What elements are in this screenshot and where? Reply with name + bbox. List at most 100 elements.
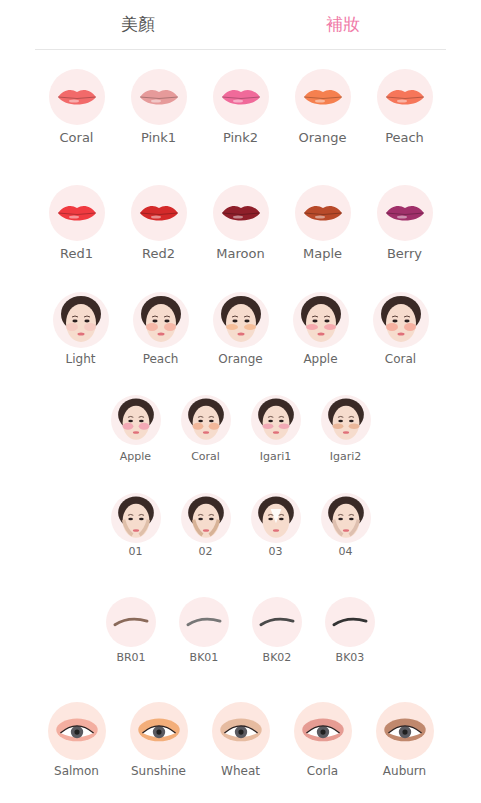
option-label: Maple [303,246,342,262]
option-label: Coral [60,130,94,146]
eye-icon [130,702,188,760]
makeup-option[interactable]: Sunshine [118,702,200,779]
option-label: 01 [129,544,143,560]
makeup-option[interactable]: 04 [311,493,381,560]
option-label: Orange [218,351,262,367]
makeup-option[interactable]: Red1 [36,185,118,262]
blush-icon [53,292,109,348]
option-label: Igari1 [260,449,292,465]
option-label: 02 [199,544,213,560]
eye-icon [48,702,106,760]
option-label: Auburn [383,763,426,779]
lip-icon [377,69,433,125]
makeup-option[interactable]: Pink1 [118,69,200,146]
option-row: Coral Pink1 Pink2 Orange Peach [0,69,481,146]
option-label: Peach [385,130,424,146]
makeup-option[interactable]: BR01 [95,597,168,666]
option-row: 01 02 03 04 [0,493,481,560]
option-row: BR01 BK01 BK02 BK03 [0,597,481,666]
lip-icon [295,185,351,241]
makeup-option[interactable]: Pink2 [200,69,282,146]
makeup-option[interactable]: Wheat [200,702,282,779]
brow-icon [106,597,156,647]
makeup-option[interactable]: BK01 [168,597,241,666]
lip-icon [213,69,269,125]
option-row: Apple Coral Igari1 Igari2 [0,395,481,465]
option-label: Wheat [221,763,260,779]
option-row: Salmon Sunshine Wheat Corla Auburn [0,702,481,779]
makeup-option[interactable]: Coral [36,69,118,146]
makeup-option[interactable]: Red2 [118,185,200,262]
makeup-option[interactable]: Apple [101,395,171,465]
blush-icon [293,292,349,348]
eye-icon [294,702,352,760]
makeup-option[interactable]: Light [41,292,121,367]
option-label: Pink2 [223,130,258,146]
option-label: Light [66,351,96,367]
brow-icon [179,597,229,647]
lip-icon [213,185,269,241]
option-label: Red2 [142,246,175,262]
lip-icon [295,69,351,125]
lip-icon [131,69,187,125]
makeup-option[interactable]: Maroon [200,185,282,262]
makeup-option[interactable]: Orange [282,69,364,146]
makeup-option[interactable]: Peach [121,292,201,367]
blush-icon [181,395,231,445]
option-label: BK01 [190,650,219,666]
tab[interactable]: 補妝 [241,0,447,49]
makeup-option[interactable]: Igari2 [311,395,381,465]
makeup-option[interactable]: BK02 [241,597,314,666]
option-label: Pink1 [141,130,176,146]
tab-bar: 美顏補妝 [35,0,446,50]
option-label: Red1 [60,246,93,262]
blush-icon [133,292,189,348]
contour-icon [321,493,371,543]
makeup-option[interactable]: Corla [282,702,364,779]
option-label: Igari2 [330,449,362,465]
option-label: Coral [191,449,220,465]
contour-icon [111,493,161,543]
makeup-option[interactable]: Coral [171,395,241,465]
makeup-option[interactable]: 01 [101,493,171,560]
brow-icon [252,597,302,647]
tab[interactable]: 美顏 [35,0,241,49]
brow-icon [325,597,375,647]
makeup-option[interactable]: Coral [361,292,441,367]
lip-icon [49,69,105,125]
makeup-option[interactable]: Salmon [36,702,118,779]
option-label: BK02 [263,650,292,666]
option-row: Red1 Red2 Maroon Maple Berry [0,185,481,262]
option-label: 04 [339,544,353,560]
option-label: Apple [303,351,337,367]
blush-icon [213,292,269,348]
makeup-option[interactable]: BK03 [314,597,387,666]
option-label: 03 [269,544,283,560]
option-label: Orange [298,130,346,146]
makeup-option[interactable]: Berry [364,185,446,262]
option-label: BR01 [116,650,145,666]
lip-icon [131,185,187,241]
makeup-option[interactable]: Maple [282,185,364,262]
blush-icon [321,395,371,445]
makeup-option[interactable]: Apple [281,292,361,367]
option-label: Salmon [54,763,99,779]
makeup-option[interactable]: Peach [364,69,446,146]
blush-icon [111,395,161,445]
option-label: Berry [387,246,422,262]
contour-icon [181,493,231,543]
option-label: BK03 [336,650,365,666]
makeup-option[interactable]: Orange [201,292,281,367]
lip-icon [49,185,105,241]
lip-icon [377,185,433,241]
option-label: Peach [143,351,179,367]
option-label: Coral [385,351,416,367]
makeup-option[interactable]: Auburn [364,702,446,779]
makeup-option[interactable]: 03 [241,493,311,560]
eye-icon [212,702,270,760]
makeup-option[interactable]: Igari1 [241,395,311,465]
contour-icon [251,493,301,543]
eye-icon [376,702,434,760]
makeup-option[interactable]: 02 [171,493,241,560]
option-label: Sunshine [131,763,186,779]
